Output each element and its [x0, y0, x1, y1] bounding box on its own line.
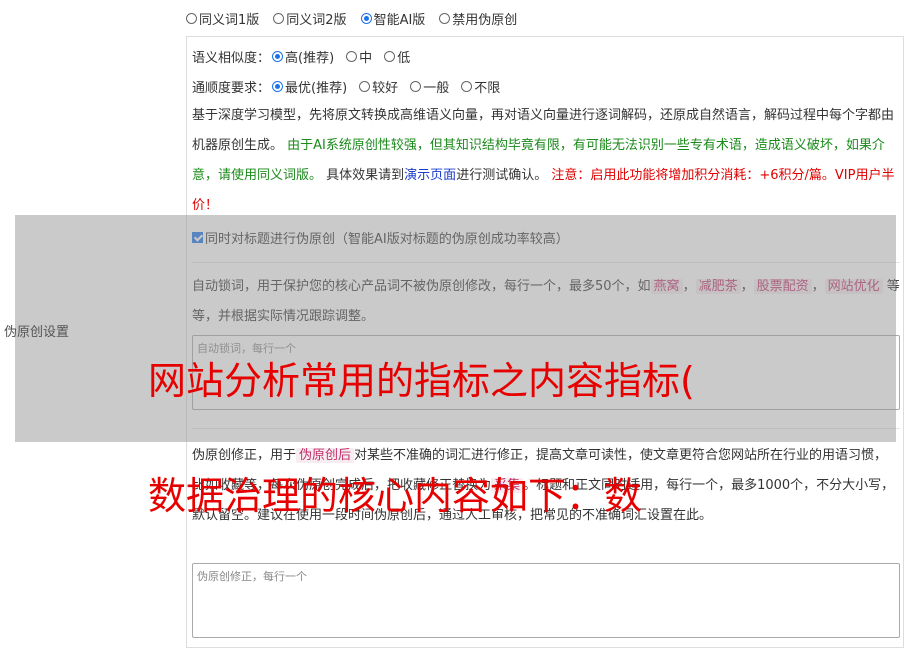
similarity-low-radio[interactable]: 低	[384, 47, 410, 66]
fluency-row: 通顺度要求： 最优(推荐) 较好 一般 不限	[192, 77, 500, 96]
overlay-headline-2: 数据治理的核心内容如下：数	[148, 474, 643, 518]
radio-icon	[410, 81, 422, 92]
fluency-best-radio[interactable]: 最优(推荐)	[272, 77, 347, 96]
radio-icon	[439, 13, 451, 24]
radio-selected-icon	[360, 13, 372, 24]
similarity-row: 语义相似度： 高(推荐) 中 低	[192, 47, 410, 66]
radio-icon	[461, 81, 473, 92]
radio-selected-icon	[272, 51, 284, 62]
mode-radio-group: 同义词1版 同义词2版 智能AI版 禁用伪原创	[186, 9, 517, 28]
mode-radio-synonym1[interactable]: 同义词1版	[186, 9, 259, 28]
sidebar-label: 伪原创设置	[4, 325, 70, 340]
mode-radio-disable[interactable]: 禁用伪原创	[439, 9, 517, 28]
fluency-any-radio[interactable]: 不限	[461, 77, 500, 96]
mode-radio-ai[interactable]: 智能AI版	[360, 9, 425, 28]
fluency-normal-radio[interactable]: 一般	[410, 77, 449, 96]
fluency-good-radio[interactable]: 较好	[359, 77, 398, 96]
radio-icon	[346, 51, 358, 62]
correction-textarea[interactable]: 伪原创修正，每行一个	[192, 563, 900, 638]
similarity-mid-radio[interactable]: 中	[346, 47, 372, 66]
radio-icon	[384, 51, 396, 62]
mode-radio-synonym2[interactable]: 同义词2版	[273, 9, 347, 28]
correction-placeholder: 伪原创修正，每行一个	[197, 570, 307, 583]
demo-page-link[interactable]: 演示页面	[404, 168, 456, 183]
overlay-headline-1: 网站分析常用的指标之内容指标(	[148, 359, 695, 403]
ai-description: 基于深度学习模型，先将原文转换成高维语义向量，再对语义向量进行逐词解码，还原成自…	[192, 108, 895, 213]
radio-icon	[186, 13, 197, 24]
overlay-block	[15, 215, 896, 442]
correction-tag: 伪原创后	[296, 448, 355, 463]
similarity-label: 语义相似度：	[192, 51, 271, 66]
radio-selected-icon	[272, 81, 284, 92]
radio-icon	[359, 81, 371, 92]
fluency-label: 通顺度要求：	[192, 81, 271, 96]
radio-icon	[273, 13, 285, 24]
similarity-high-radio[interactable]: 高(推荐)	[272, 47, 334, 66]
